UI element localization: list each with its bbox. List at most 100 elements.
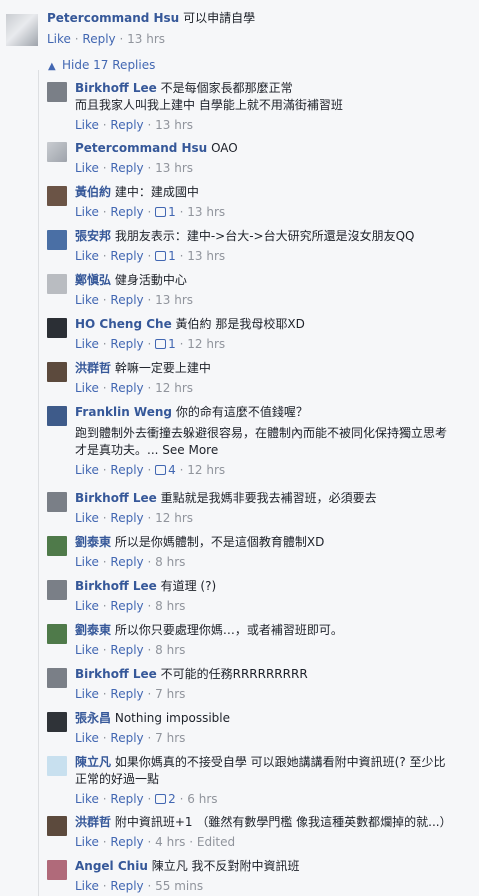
commenter-name[interactable]: 洪群哲 — [75, 361, 111, 375]
commenter-name[interactable]: Petercommand Hsu — [75, 141, 207, 155]
avatar[interactable] — [47, 318, 67, 338]
edited-label[interactable]: Edited — [197, 835, 235, 849]
like-link[interactable]: Like — [75, 118, 99, 132]
top-comment: Petercommand Hsu 可以申請自學 Like · Reply · 1… — [6, 10, 476, 47]
timestamp[interactable]: 8 hrs — [155, 555, 185, 569]
like-link[interactable]: Like — [75, 792, 99, 806]
like-count[interactable]: 2 — [168, 792, 176, 806]
like-link[interactable]: Like — [75, 161, 99, 175]
avatar[interactable] — [6, 14, 38, 46]
like-link[interactable]: Like — [75, 293, 99, 307]
reply-link[interactable]: Reply — [110, 792, 143, 806]
like-link[interactable]: Like — [75, 381, 99, 395]
avatar[interactable] — [47, 816, 67, 836]
timestamp[interactable]: 8 hrs — [155, 599, 185, 613]
commenter-name[interactable]: Birkhoff Lee — [75, 667, 157, 681]
timestamp[interactable]: 12 hrs — [187, 337, 225, 351]
reply-link[interactable]: Reply — [110, 337, 143, 351]
commenter-name[interactable]: Franklin Weng — [75, 405, 172, 419]
reply-link[interactable]: Reply — [110, 249, 143, 263]
avatar[interactable] — [47, 756, 67, 776]
reply-link[interactable]: Reply — [110, 835, 143, 849]
commenter-name[interactable]: 張安邦 — [75, 229, 111, 243]
like-count[interactable]: 1 — [168, 249, 176, 263]
avatar[interactable] — [47, 860, 67, 880]
like-link[interactable]: Like — [75, 511, 99, 525]
reply-link[interactable]: Reply — [110, 687, 143, 701]
timestamp[interactable]: 13 hrs — [187, 205, 225, 219]
like-link[interactable]: Like — [75, 205, 99, 219]
avatar[interactable] — [47, 492, 67, 512]
avatar[interactable] — [47, 362, 67, 382]
reply-link[interactable]: Reply — [110, 599, 143, 613]
commenter-name[interactable]: 劉泰東 — [75, 623, 111, 637]
reply-link[interactable]: Reply — [110, 879, 143, 893]
avatar[interactable] — [47, 230, 67, 250]
reply-link[interactable]: Reply — [110, 643, 143, 657]
avatar[interactable] — [47, 142, 67, 162]
like-link[interactable]: Like — [75, 555, 99, 569]
commenter-name[interactable]: Birkhoff Lee — [75, 81, 157, 95]
like-link[interactable]: Like — [75, 643, 99, 657]
see-more-link[interactable]: See More — [162, 443, 218, 457]
like-link[interactable]: Like — [75, 249, 99, 263]
commenter-name[interactable]: Birkhoff Lee — [75, 579, 157, 593]
commenter-name[interactable]: Angel Chiu — [75, 859, 148, 873]
reply-link[interactable]: Reply — [110, 555, 143, 569]
reply-link[interactable]: Reply — [82, 32, 115, 46]
like-count[interactable]: 1 — [168, 337, 176, 351]
like-link[interactable]: Like — [75, 879, 99, 893]
timestamp[interactable]: 13 hrs — [155, 118, 193, 132]
timestamp[interactable]: 7 hrs — [155, 731, 185, 745]
commenter-name[interactable]: Petercommand Hsu — [47, 11, 179, 25]
timestamp[interactable]: 4 hrs — [155, 835, 185, 849]
like-count[interactable]: 4 — [168, 463, 176, 477]
commenter-name[interactable]: 黃伯約 — [75, 185, 111, 199]
timestamp[interactable]: 6 hrs — [187, 792, 217, 806]
timestamp[interactable]: 13 hrs — [187, 249, 225, 263]
timestamp[interactable]: 55 mins — [155, 879, 203, 893]
avatar[interactable] — [47, 274, 67, 294]
commenter-name[interactable]: 陳立凡 — [75, 755, 111, 769]
avatar[interactable] — [47, 580, 67, 600]
reply-link[interactable]: Reply — [110, 205, 143, 219]
commenter-name[interactable]: 張永昌 — [75, 711, 111, 725]
reply-link[interactable]: Reply — [110, 293, 143, 307]
like-link[interactable]: Like — [75, 337, 99, 351]
commenter-name[interactable]: 鄭愼弘 — [75, 273, 111, 287]
timestamp[interactable]: 8 hrs — [155, 643, 185, 657]
avatar[interactable] — [47, 186, 67, 206]
reply-link[interactable]: Reply — [110, 511, 143, 525]
like-link[interactable]: Like — [47, 32, 71, 46]
comment-text: 可以申請自學 — [183, 11, 256, 25]
reply-link[interactable]: Reply — [110, 381, 143, 395]
avatar[interactable] — [47, 624, 67, 644]
timestamp[interactable]: 7 hrs — [155, 687, 185, 701]
timestamp[interactable]: 13 hrs — [155, 293, 193, 307]
reply-link[interactable]: Reply — [110, 731, 143, 745]
reply-link[interactable]: Reply — [110, 463, 143, 477]
like-link[interactable]: Like — [75, 835, 99, 849]
avatar[interactable] — [47, 82, 67, 102]
commenter-name[interactable]: 洪群哲 — [75, 815, 111, 829]
timestamp[interactable]: 12 hrs — [155, 511, 193, 525]
like-link[interactable]: Like — [75, 731, 99, 745]
commenter-name[interactable]: Birkhoff Lee — [75, 491, 157, 505]
like-link[interactable]: Like — [75, 463, 99, 477]
reply-link[interactable]: Reply — [110, 161, 143, 175]
avatar[interactable] — [47, 712, 67, 732]
reply-link[interactable]: Reply — [110, 118, 143, 132]
avatar[interactable] — [47, 406, 67, 426]
comment-text: 陳立凡 我不反對附中資訊班 — [151, 859, 300, 873]
timestamp[interactable]: 13 hrs — [127, 32, 165, 46]
timestamp[interactable]: 12 hrs — [155, 381, 193, 395]
avatar[interactable] — [47, 668, 67, 688]
timestamp[interactable]: 12 hrs — [187, 463, 225, 477]
like-link[interactable]: Like — [75, 687, 99, 701]
timestamp[interactable]: 13 hrs — [155, 161, 193, 175]
commenter-name[interactable]: 劉泰東 — [75, 535, 111, 549]
commenter-name[interactable]: HO Cheng Che — [75, 317, 172, 331]
like-link[interactable]: Like — [75, 599, 99, 613]
avatar[interactable] — [47, 536, 67, 556]
like-count[interactable]: 1 — [168, 205, 176, 219]
